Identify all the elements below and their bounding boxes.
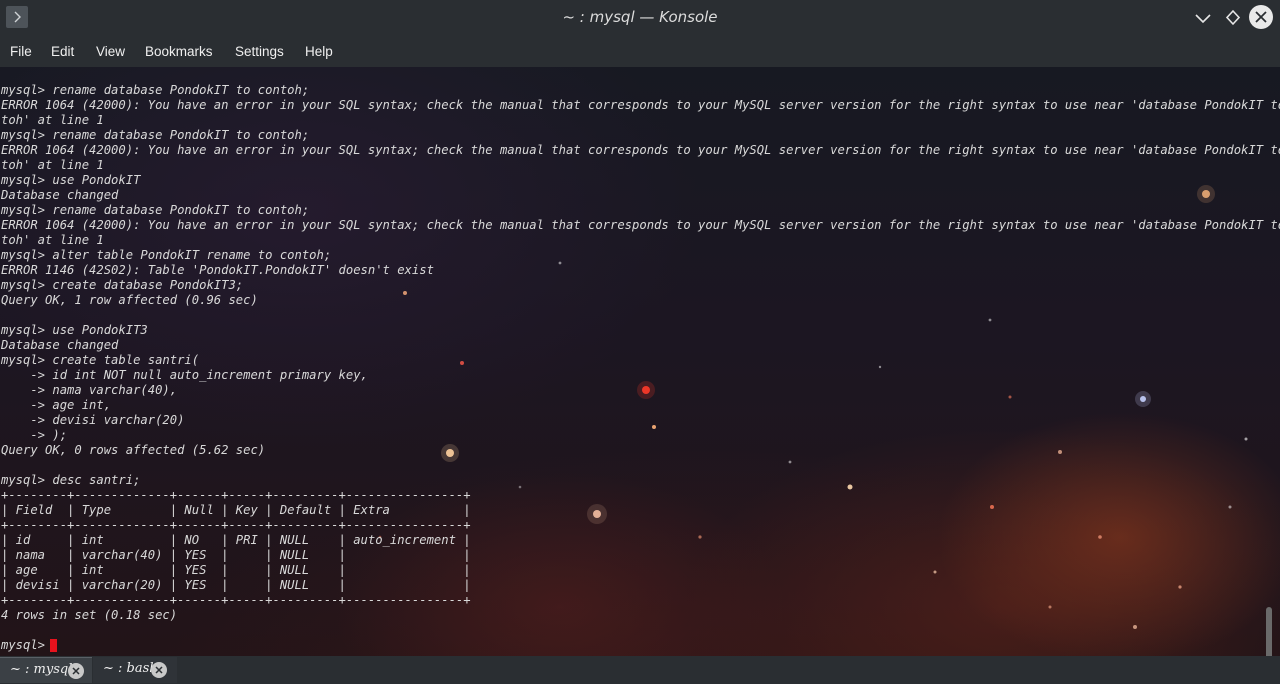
terminal-line: mysql> create table santri( — [1, 353, 200, 367]
terminal-line: | Field | Type | Null | Key | Default | … — [1, 503, 471, 517]
terminal-line: toh' at line 1 — [1, 158, 104, 172]
close-icon — [72, 667, 80, 675]
terminal-line: mysql> alter table PondokIT rename to co… — [1, 248, 332, 262]
terminal-line: mysql> create database PondokIT3; — [1, 278, 244, 292]
terminal-output: mysql> rename database PondokIT to conto… — [1, 83, 1280, 638]
terminal-line: mysql> use PondokIT — [1, 173, 141, 187]
tab-mysql[interactable]: ~ : mysql — [0, 657, 92, 683]
terminal-line: | devisi | varchar(20) | YES | | NULL | … — [1, 578, 471, 592]
terminal-line: ERROR 1064 (42000): You have an error in… — [1, 98, 1280, 112]
tab-label: ~ : bash — [103, 661, 158, 676]
tab-close-button[interactable] — [68, 663, 84, 679]
minimize-button[interactable] — [1192, 7, 1214, 29]
terminal-line: Query OK, 0 rows affected (5.62 sec) — [1, 443, 266, 457]
close-window-button[interactable] — [1249, 5, 1273, 29]
terminal-line: -> nama varchar(40), — [1, 383, 178, 397]
menu-edit[interactable]: Edit — [51, 44, 74, 59]
chevron-down-icon — [1195, 14, 1211, 24]
terminal-line: | nama | varchar(40) | YES | | NULL | | — [1, 548, 471, 562]
terminal-line: ERROR 1146 (42S02): Table 'PondokIT.Pond… — [1, 263, 434, 277]
menu-bar: File Edit View Bookmarks Settings Help — [0, 36, 1280, 67]
terminal-line: mysql> rename database PondokIT to conto… — [1, 128, 310, 142]
menu-settings[interactable]: Settings — [235, 44, 284, 59]
window-title: ~ : mysql — Konsole — [562, 8, 718, 26]
diamond-icon — [1225, 9, 1241, 26]
terminal-prompt: mysql> — [1, 638, 53, 652]
terminal-line: mysql> rename database PondokIT to conto… — [1, 83, 310, 97]
terminal-line: Database changed — [1, 338, 119, 352]
terminal-line: Database changed — [1, 188, 119, 202]
terminal-line: mysql> rename database PondokIT to conto… — [1, 203, 310, 217]
terminal-line: toh' at line 1 — [1, 113, 104, 127]
terminal-line: +--------+-------------+------+-----+---… — [1, 518, 471, 532]
menu-help[interactable]: Help — [305, 44, 333, 59]
terminal-view[interactable]: mysql> rename database PondokIT to conto… — [0, 67, 1280, 656]
menu-bookmarks[interactable]: Bookmarks — [145, 44, 213, 59]
terminal-line: toh' at line 1 — [1, 233, 104, 247]
tab-bar: ~ : mysql ~ : bash — [0, 656, 1280, 684]
terminal-line: +--------+-------------+------+-----+---… — [1, 593, 471, 607]
terminal-line: -> age int, — [1, 398, 112, 412]
terminal-line: ERROR 1064 (42000): You have an error in… — [1, 218, 1280, 232]
close-icon — [155, 666, 163, 674]
close-icon — [1255, 11, 1267, 23]
window-titlebar[interactable]: ~ : mysql — Konsole — [0, 0, 1280, 36]
menu-file[interactable]: File — [10, 44, 32, 59]
terminal-line: +--------+-------------+------+-----+---… — [1, 488, 471, 502]
menu-view[interactable]: View — [96, 44, 125, 59]
terminal-line: | id | int | NO | PRI | NULL | auto_incr… — [1, 533, 471, 547]
maximize-button[interactable] — [1222, 7, 1244, 29]
terminal-line: -> ); — [1, 428, 68, 442]
terminal-line: mysql> use PondokIT3 — [1, 323, 148, 337]
terminal-line: Query OK, 1 row affected (0.96 sec) — [1, 293, 258, 307]
terminal-line: -> devisi varchar(20) — [1, 413, 185, 427]
tab-bash[interactable]: ~ : bash — [93, 657, 177, 683]
terminal-line: -> id int NOT null auto_increment primar… — [1, 368, 368, 382]
terminal-scrollbar[interactable] — [1266, 607, 1272, 656]
terminal-line: mysql> desc santri; — [1, 473, 141, 487]
tab-close-button[interactable] — [151, 662, 167, 678]
terminal-line: 4 rows in set (0.18 sec) — [1, 608, 178, 622]
tab-label: ~ : mysql — [10, 662, 73, 677]
terminal-line: | age | int | YES | | NULL | | — [1, 563, 471, 577]
terminal-cursor — [50, 639, 57, 652]
terminal-line: ERROR 1064 (42000): You have an error in… — [1, 143, 1280, 157]
